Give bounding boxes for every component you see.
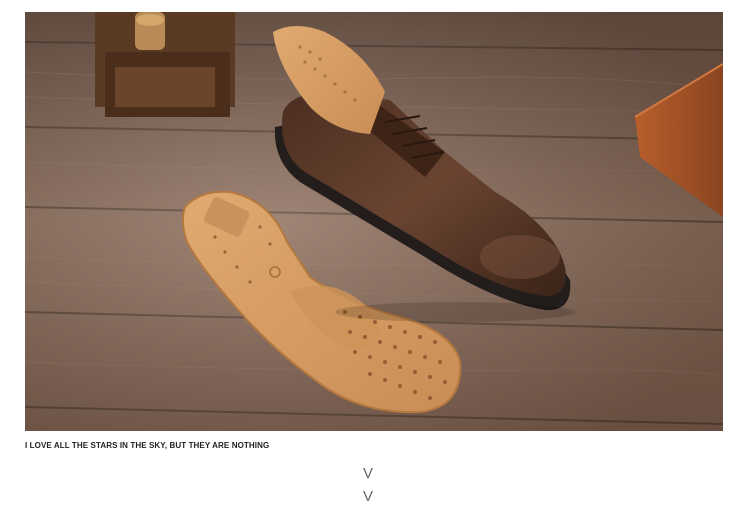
chevron-down-icon: V [362, 465, 373, 482]
chevron-down-icon: V [362, 488, 373, 505]
product-photo [25, 12, 723, 431]
coffee-grinder [95, 12, 235, 117]
caption-text: I LOVE ALL THE STARS IN THE SKY, BUT THE… [25, 441, 270, 450]
shoe-insole-scene [25, 12, 723, 431]
